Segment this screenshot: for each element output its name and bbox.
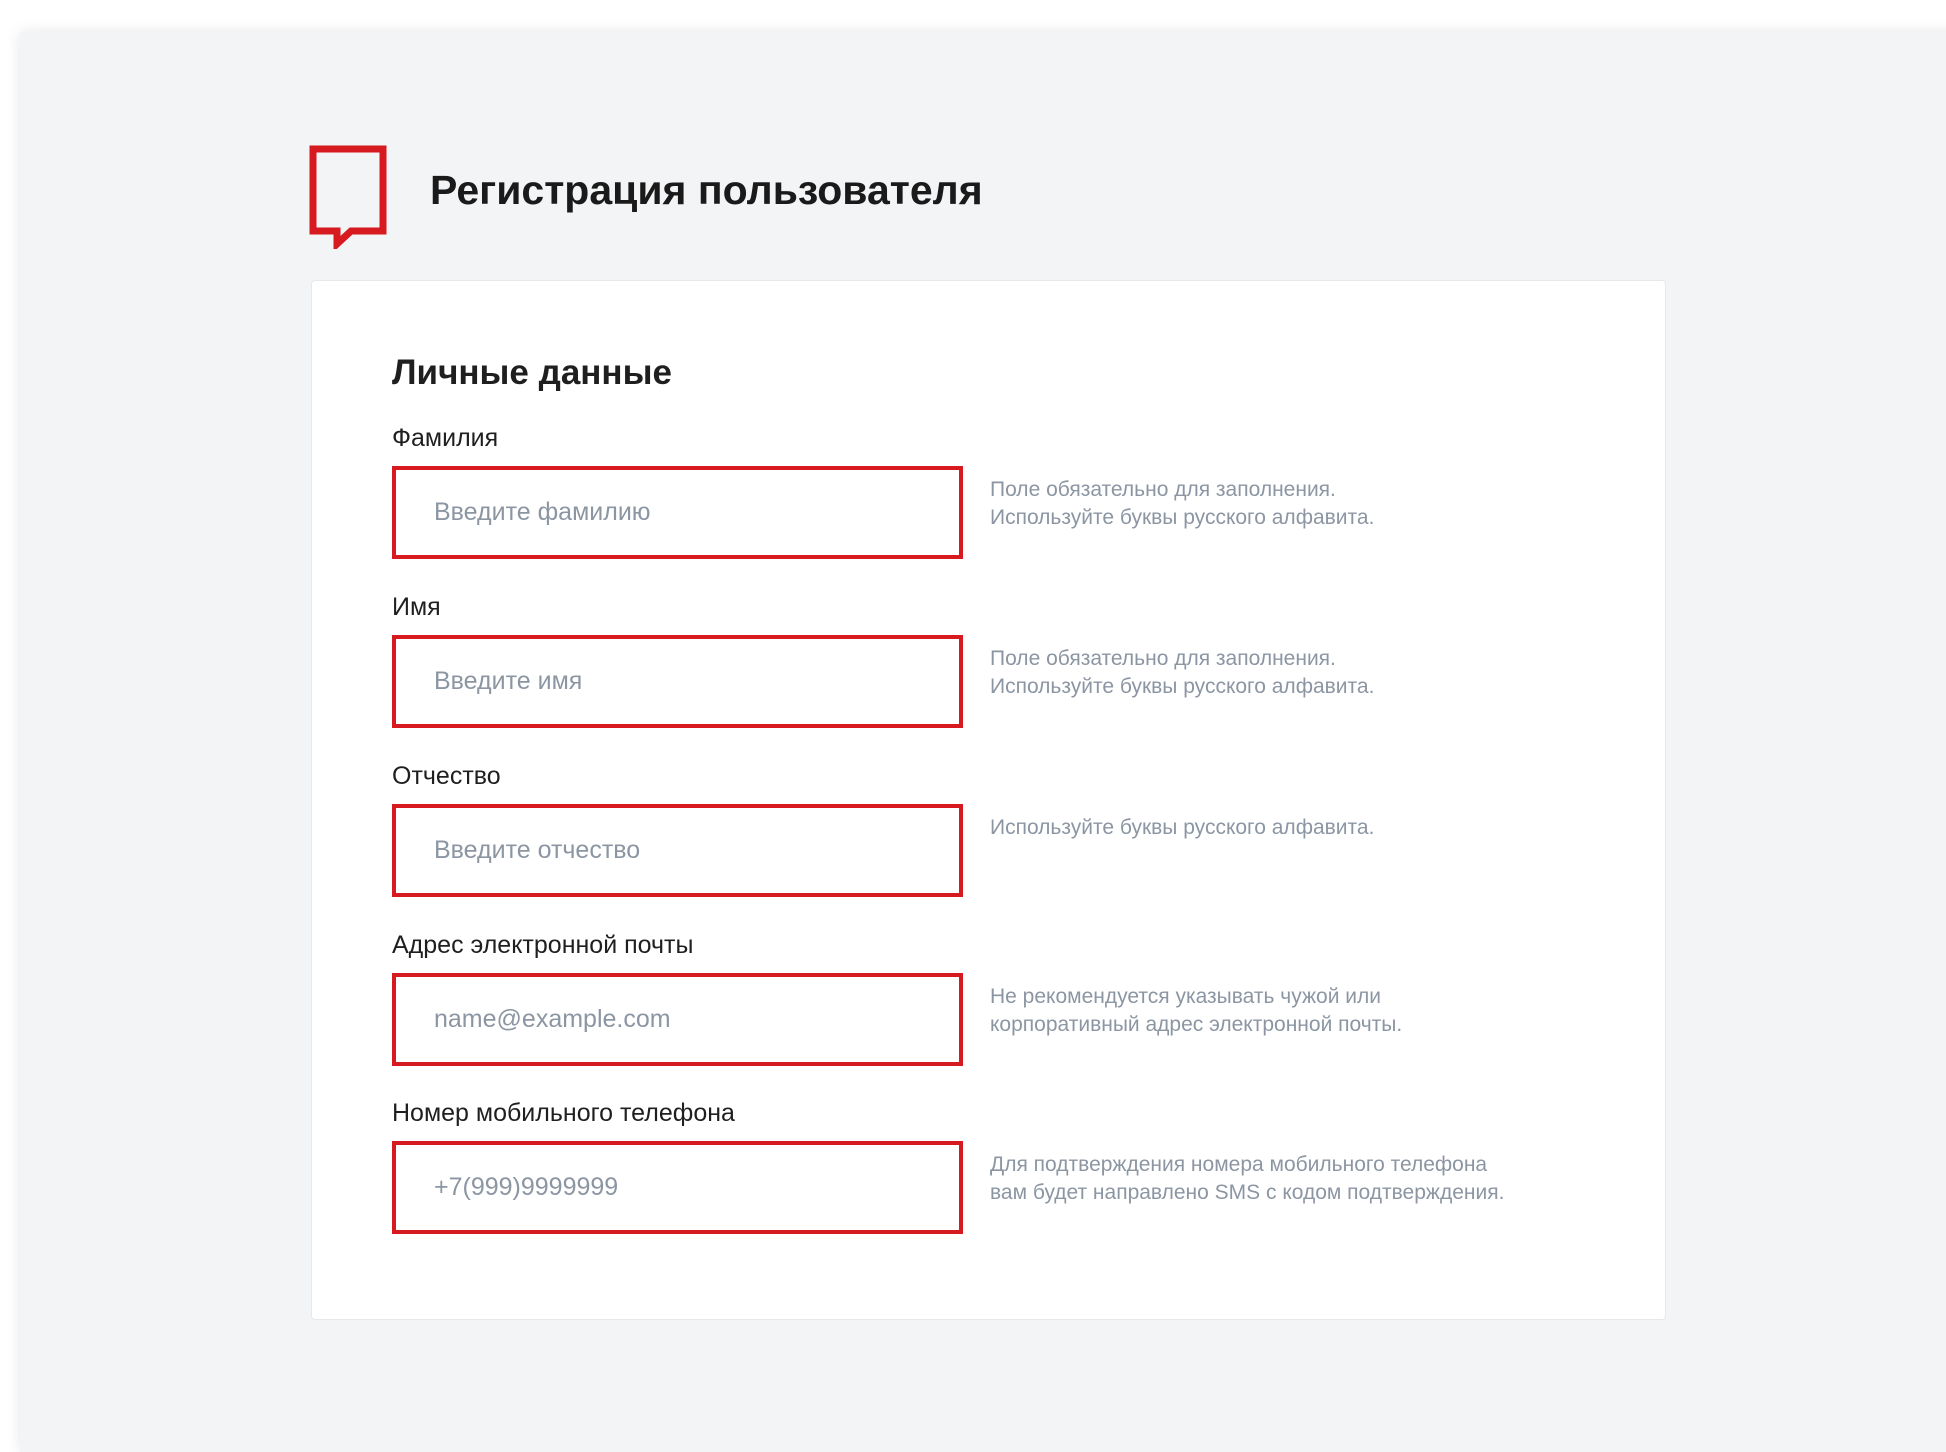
- phone-label: Номер мобильного телефона: [392, 1099, 735, 1127]
- section-title-personal-data: Личные данные: [392, 353, 672, 392]
- hint-line: Используйте буквы русского алфавита.: [990, 675, 1375, 698]
- hint-line: Для подтверждения номера мобильного теле…: [990, 1153, 1488, 1176]
- registration-card: Личные данные Фамилия Поле обязательно д…: [311, 280, 1666, 1320]
- patronymic-label: Отчество: [392, 762, 501, 790]
- hint-line: Поле обязательно для заполнения.: [990, 647, 1336, 670]
- hint-line: Не рекомендуется указывать чужой или: [990, 985, 1381, 1008]
- field-patronymic: Отчество Используйте буквы русского алфа…: [392, 762, 1592, 922]
- first-name-label: Имя: [392, 593, 441, 621]
- email-label: Адрес электронной почты: [392, 931, 694, 959]
- first-name-input[interactable]: [392, 635, 963, 728]
- email-input[interactable]: [392, 973, 963, 1066]
- patronymic-hint: Используйте буквы русского алфавита.: [990, 814, 1610, 842]
- phone-input[interactable]: [392, 1141, 963, 1234]
- field-last-name: Фамилия Поле обязательно для заполнения.…: [392, 424, 1592, 584]
- hint-line: Используйте буквы русского алфавита.: [990, 506, 1375, 529]
- speech-bubble-logo-icon: [309, 145, 387, 249]
- email-hint: Не рекомендуется указывать чужой или кор…: [990, 983, 1610, 1039]
- field-phone: Номер мобильного телефона Для подтвержде…: [392, 1099, 1592, 1259]
- page-shell: Регистрация пользователя Личные данные Ф…: [20, 32, 1946, 1452]
- hint-line: Поле обязательно для заполнения.: [990, 478, 1336, 501]
- hint-line: корпоративный адрес электронной почты.: [990, 1013, 1403, 1036]
- last-name-hint: Поле обязательно для заполнения. Использ…: [990, 476, 1610, 532]
- page-title: Регистрация пользователя: [430, 166, 983, 213]
- hint-line: Используйте буквы русского алфавита.: [990, 816, 1375, 839]
- first-name-hint: Поле обязательно для заполнения. Использ…: [990, 645, 1610, 701]
- last-name-label: Фамилия: [392, 424, 499, 452]
- field-email: Адрес электронной почты Не рекомендуется…: [392, 931, 1592, 1091]
- patronymic-input[interactable]: [392, 804, 963, 897]
- last-name-input[interactable]: [392, 466, 963, 559]
- phone-hint: Для подтверждения номера мобильного теле…: [990, 1151, 1610, 1207]
- page-header: Регистрация пользователя: [309, 145, 983, 249]
- hint-line: вам будет направлено SMS с кодом подтвер…: [990, 1181, 1505, 1204]
- field-first-name: Имя Поле обязательно для заполнения. Исп…: [392, 593, 1592, 753]
